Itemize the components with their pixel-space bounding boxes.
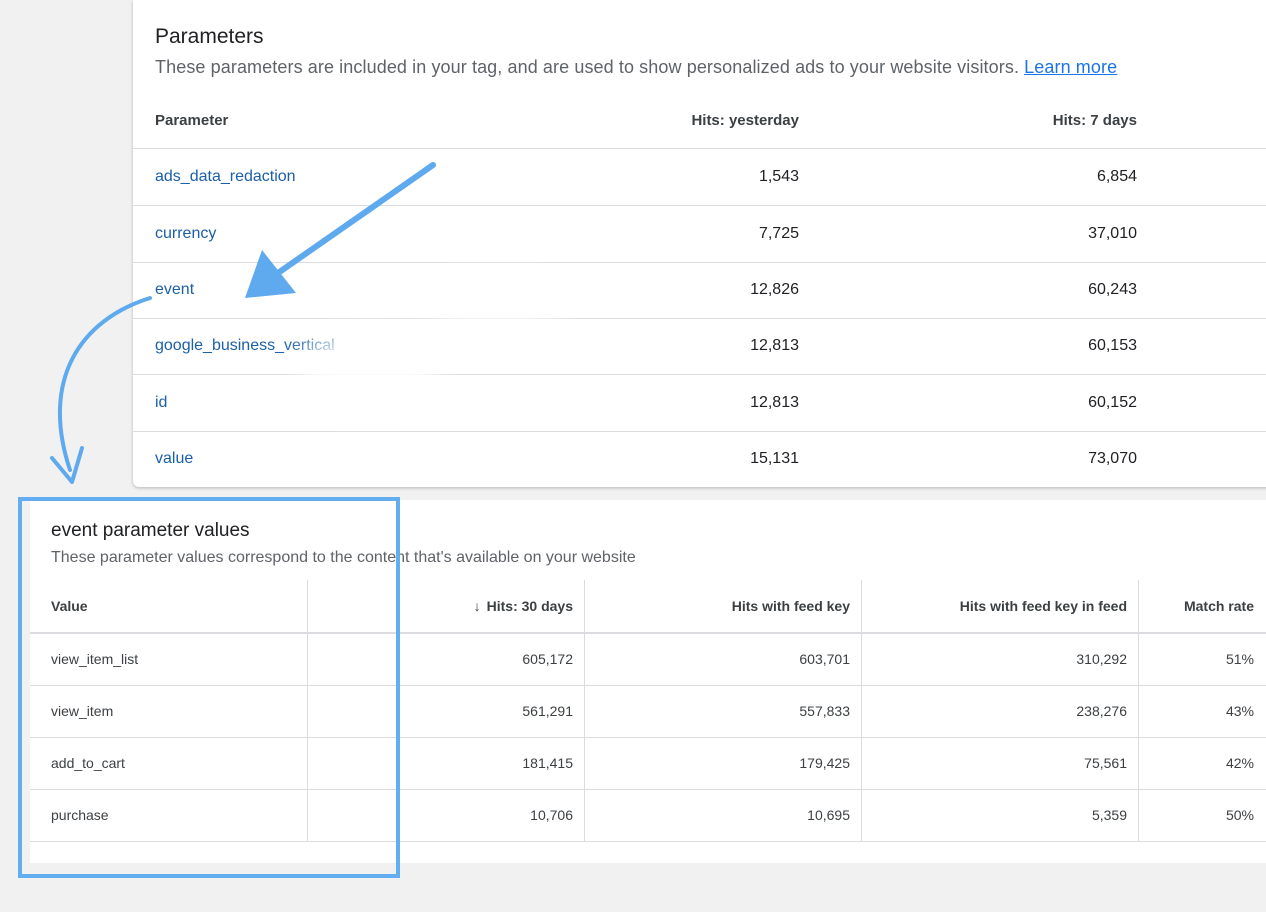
hits-7-days-value: 6,854 [1096,168,1137,185]
match-rate-cell: 51% [1225,651,1254,667]
column-header-hits-yesterday[interactable]: Hits: yesterday [691,94,799,148]
feed-key-cell: 557,833 [585,686,862,737]
parameter-link[interactable]: event [155,262,194,318]
in-feed-cell: 310,292 [862,634,1139,685]
hits-yesterday-value: 1,543 [758,168,799,185]
parameters-subtitle: These parameters are included in your ta… [155,57,1117,78]
match-rate-cell: 50% [1225,807,1254,823]
in-feed-cell: 5,359 [862,790,1139,841]
blur-smudge [300,330,440,410]
parameters-title: Parameters [155,25,264,48]
column-header-hits-7-days[interactable]: Hits: 7 days [1053,94,1137,148]
hits-yesterday-value: 12,826 [750,281,799,298]
hits-yesterday-value: 7,725 [758,225,799,242]
table-row: currency 7,725 37,010 [133,206,1266,263]
in-feed-cell: 238,276 [862,686,1139,737]
feed-key-cell: 603,701 [585,634,862,685]
hits-7-days-value: 60,243 [1088,281,1137,298]
feed-key-cell: 179,425 [585,738,862,789]
match-rate-cell: 42% [1225,755,1254,771]
hits-7-days-value: 60,153 [1088,337,1137,354]
feed-key-cell: 10,695 [585,790,862,841]
parameter-link[interactable]: value [155,431,193,487]
highlight-box [18,497,400,878]
table-row: ads_data_redaction 1,543 6,854 [133,149,1266,206]
column-header-hits-30-days-label: Hits: 30 days [486,598,573,614]
hits-yesterday-value: 12,813 [750,337,799,354]
table-row: value 15,131 73,070 [133,431,1266,487]
parameters-table-header: Parameter Hits: yesterday Hits: 7 days [133,94,1266,149]
column-header-match-rate[interactable]: Match rate [1139,580,1266,632]
parameter-link[interactable]: currency [155,206,216,262]
hits-yesterday-value: 15,131 [750,450,799,467]
parameter-link[interactable]: ads_data_redaction [155,149,296,205]
column-header-hits-with-feed-key[interactable]: Hits with feed key [585,580,862,632]
in-feed-cell: 75,561 [862,738,1139,789]
learn-more-link[interactable]: Learn more [1024,57,1117,77]
parameter-link[interactable]: id [155,375,167,431]
match-rate-cell: 43% [1225,703,1254,719]
hits-7-days-value: 73,070 [1088,450,1137,467]
hits-yesterday-value: 12,813 [750,394,799,411]
parameters-card: Parameters These parameters are included… [133,0,1266,487]
hits-7-days-value: 60,152 [1088,394,1137,411]
blur-smudge [420,275,570,325]
column-header-hits-with-feed-key-in-feed[interactable]: Hits with feed key in feed [862,580,1139,632]
column-header-parameter[interactable]: Parameter [155,94,228,148]
table-row: event 12,826 60,243 [133,262,1266,319]
parameters-subtitle-text: These parameters are included in your ta… [155,57,1020,77]
hits-7-days-value: 37,010 [1088,225,1137,242]
arrow-downward-icon: ↓ [473,598,481,614]
